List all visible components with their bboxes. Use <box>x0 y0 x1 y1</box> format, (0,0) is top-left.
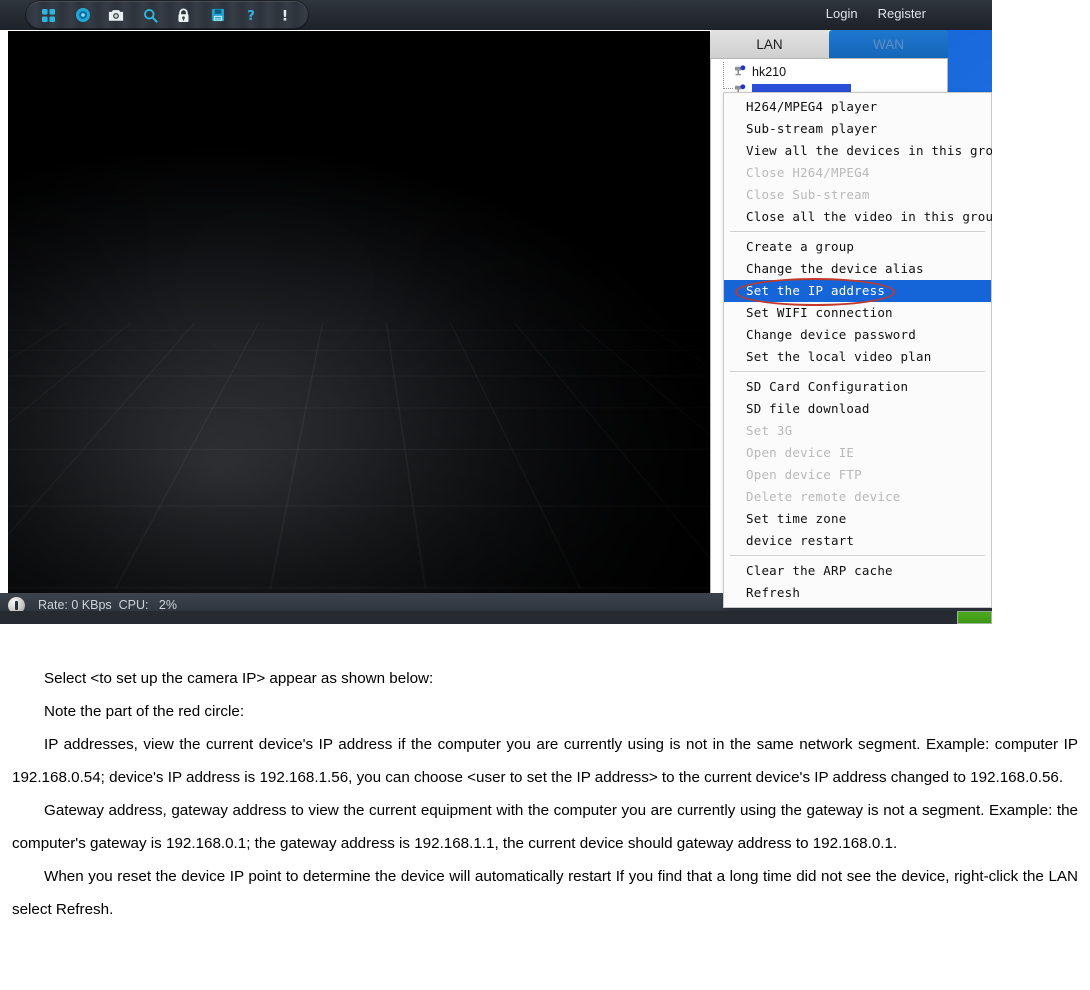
context-menu-group-network: Clear the ARP cache Refresh <box>724 560 991 604</box>
context-menu-group-storage: SD Card Configuration SD file download S… <box>724 376 991 552</box>
menu-item-sd-file-download[interactable]: SD file download <box>724 398 991 420</box>
menu-item-set-time-zone[interactable]: Set time zone <box>724 508 991 530</box>
menu-item-refresh[interactable]: Refresh <box>724 582 991 604</box>
menu-item-set-3g: Set 3G <box>746 423 793 438</box>
toolbar-button-group: ? ! <box>26 1 308 29</box>
save-disk-icon[interactable] <box>206 3 230 27</box>
menu-item-device-restart[interactable]: device restart <box>724 530 991 552</box>
menu-item-close-h264-mpeg4: Close H264/MPEG4 <box>746 165 870 180</box>
svg-text:!: ! <box>282 8 288 22</box>
search-icon[interactable] <box>138 3 162 27</box>
menu-item-set-local-video-plan[interactable]: Set the local video plan <box>724 346 991 368</box>
menu-item-close-sub-stream: Close Sub-stream <box>746 187 870 202</box>
ipcam-client-window: ? ! Login Register LAN WAN hk210 Rate: 0… <box>0 0 992 624</box>
menu-item-close-all-video[interactable]: Close all the video in this group <box>724 206 992 228</box>
device-context-menu[interactable]: H264/MPEG4 player Sub-stream player View… <box>723 92 992 608</box>
context-menu-group-playback: H264/MPEG4 player Sub-stream player View… <box>724 96 992 228</box>
document-body: Select <to set up the camera IP> appear … <box>0 662 1090 926</box>
toolbar: ? ! Login Register <box>0 0 992 30</box>
tree-item-hk210[interactable]: hk210 <box>711 62 947 81</box>
progress-indicator <box>957 611 992 624</box>
register-link[interactable]: Register <box>878 6 926 21</box>
paragraph-reset-device-ip: When you reset the device IP point to de… <box>12 868 1078 918</box>
lock-icon[interactable] <box>172 3 196 27</box>
menu-item-sd-card-configuration[interactable]: SD Card Configuration <box>724 376 991 398</box>
menu-item-open-device-ftp: Open device FTP <box>746 467 862 482</box>
record-target-icon[interactable] <box>71 3 95 27</box>
menu-item-h264-mpeg4-player[interactable]: H264/MPEG4 player <box>724 96 991 118</box>
menu-item-clear-the-arp-cache[interactable]: Clear the ARP cache <box>724 560 991 582</box>
screenshot-figure: ? ! Login Register LAN WAN hk210 Rate: 0… <box>0 0 992 624</box>
lan-wan-tabs: LAN WAN <box>710 30 948 58</box>
window-bottom-strip <box>0 611 992 624</box>
status-text: Rate: 0 KBps CPU: 2% <box>38 598 177 612</box>
video-preview-panel[interactable] <box>8 31 710 593</box>
paragraph-ip-addresses: IP addresses, view the current device's … <box>12 736 1078 786</box>
svg-text:?: ? <box>248 9 256 23</box>
menu-separator <box>730 555 985 557</box>
layout-grid-icon[interactable] <box>37 3 61 27</box>
login-link[interactable]: Login <box>826 6 858 21</box>
video-vignette <box>8 31 710 593</box>
tab-wan[interactable]: WAN <box>829 30 948 58</box>
paragraph-note-red-circle: Note the part of the red circle: <box>44 703 245 720</box>
menu-separator <box>730 371 985 373</box>
paragraph-gateway-address: Gateway address, gateway address to view… <box>12 802 1078 852</box>
menu-item-delete-remote-device: Delete remote device <box>746 489 901 504</box>
menu-item-sub-stream-player[interactable]: Sub-stream player <box>724 118 991 140</box>
menu-separator <box>730 231 985 233</box>
menu-item-create-a-group[interactable]: Create a group <box>724 236 991 258</box>
camera-snapshot-icon[interactable] <box>104 3 128 27</box>
context-menu-group-device-config: Create a group Change the device alias S… <box>724 236 991 368</box>
menu-item-set-the-ip-address[interactable]: Set the IP address <box>724 280 991 302</box>
menu-item-view-all-devices[interactable]: View all the devices in this group <box>724 140 992 162</box>
menu-item-open-device-ie: Open device IE <box>746 445 855 460</box>
alert-exclamation-icon[interactable]: ! <box>273 3 297 27</box>
tree-item-label: hk210 <box>752 64 787 79</box>
menu-item-change-device-password[interactable]: Change device password <box>724 324 991 346</box>
paragraph-select-camera-ip: Select <to set up the camera IP> appear … <box>44 670 434 687</box>
account-links: Login Register <box>826 6 926 21</box>
menu-item-change-device-alias[interactable]: Change the device alias <box>724 258 991 280</box>
menu-item-set-wifi-connection[interactable]: Set WIFI connection <box>724 302 991 324</box>
camera-device-icon <box>733 64 747 80</box>
tab-lan[interactable]: LAN <box>710 30 829 58</box>
help-question-icon[interactable]: ? <box>239 3 263 27</box>
